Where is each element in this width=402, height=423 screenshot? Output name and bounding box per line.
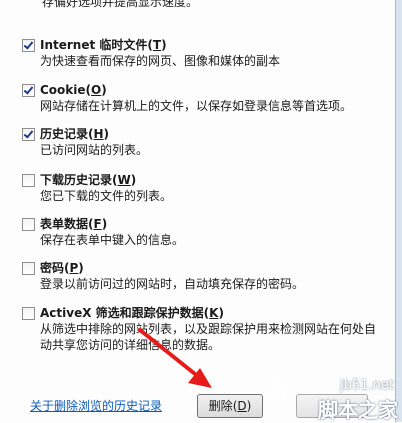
delete-button-label: 删除(D) — [208, 399, 252, 413]
option-title: 密码(P) — [40, 261, 84, 275]
window-frame-right — [395, 0, 402, 422]
watermark-name: 脚本之家 — [318, 398, 398, 422]
option-description: 登录以前访问过的网站时，自动填充保存的密码。 — [40, 277, 305, 291]
checkbox[interactable] — [22, 174, 35, 187]
option-description: 网站存储在计算机上的文件，以保存如登录信息等首选项。 — [40, 99, 353, 113]
option-title: 历史记录(H) — [40, 127, 110, 141]
watermark-domain: jb51.net — [340, 378, 394, 393]
option-description: 从筛选中排除的网站列表，以及跟踪保护用来检测网站在何处自动共享您访问的详细信息的… — [40, 322, 377, 352]
delete-button[interactable]: 删除(D) — [197, 394, 263, 418]
delete-browsing-history-dialog: 存偏好选项并提高显示速度。 Internet 临时文件(T) 为快速查看而保存的… — [0, 0, 402, 422]
option-title: 下载历史记录(W) — [40, 173, 137, 187]
option-title: Cookie(O) — [40, 83, 107, 97]
option-title: Internet 临时文件(T) — [40, 38, 167, 52]
checkbox[interactable] — [22, 128, 35, 141]
option-description: 为快速查看而保存的网页、图像和媒体的副本 — [40, 54, 281, 68]
checkbox[interactable] — [22, 307, 35, 320]
option-title: 表单数据(F) — [40, 217, 108, 231]
checkbox[interactable] — [22, 218, 35, 231]
top-description-text: 存偏好选项并提高显示速度。 — [42, 0, 199, 9]
checkbox[interactable] — [22, 39, 35, 52]
checkbox[interactable] — [22, 84, 35, 97]
option-description: 您已下载的文件的列表。 — [40, 189, 173, 203]
option-description: 已访问网站的列表。 — [40, 143, 149, 157]
watermark-logo-icon — [264, 379, 290, 402]
about-deleting-history-link[interactable]: 关于删除浏览的历史记录 — [30, 399, 162, 413]
option-description: 保存在表单中键入的信息。 — [40, 233, 185, 247]
checkbox[interactable] — [22, 262, 35, 275]
option-title: ActiveX 筛选和跟踪保护数据(K) — [40, 306, 224, 320]
